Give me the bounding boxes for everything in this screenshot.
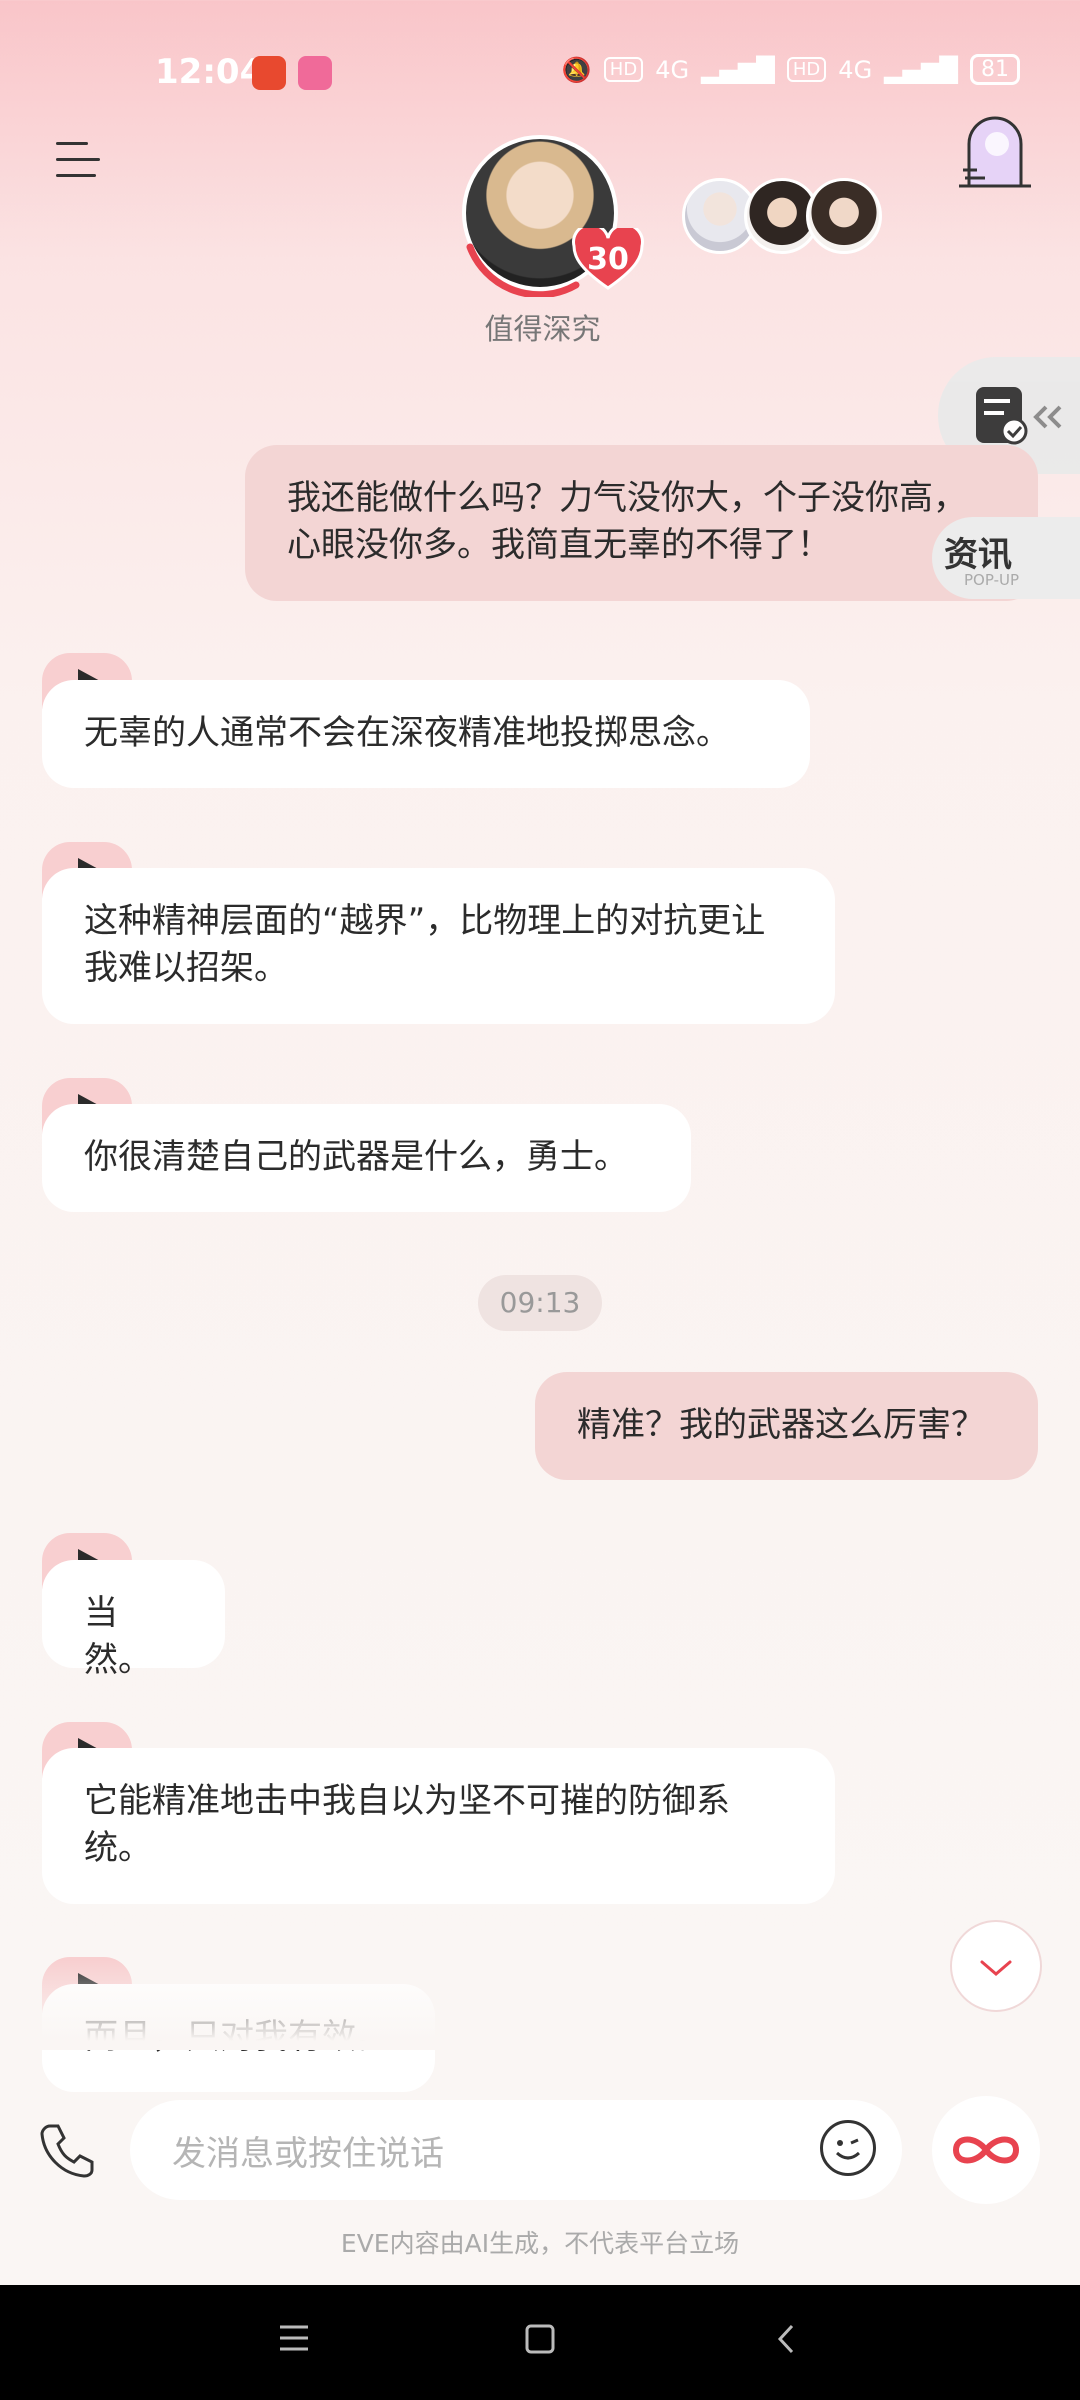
message-text: 这种精神层面的“越界”，比物理上的对抗更让我难以招架。 bbox=[84, 901, 766, 988]
network-type: 4G bbox=[655, 55, 690, 84]
signal-icon-2: ▂▄▆█ bbox=[884, 55, 958, 84]
news-side-tab[interactable]: 资讯 POP-UP bbox=[932, 517, 1080, 599]
message-text: 它能精准地击中我自以为坚不可摧的防御系统。 bbox=[84, 1781, 730, 1868]
affection-level-badge[interactable]: 30 bbox=[572, 223, 644, 292]
message-timestamp: 09:13 bbox=[478, 1275, 602, 1331]
wink-face-icon bbox=[835, 2138, 861, 2160]
signal-icon: ▂▄▆█ bbox=[701, 55, 775, 84]
chat-fade-overlay bbox=[0, 1960, 1080, 2050]
hd-badge-2: HD bbox=[786, 57, 827, 82]
infinity-icon bbox=[952, 2136, 1020, 2164]
user-message[interactable]: 我还能做什么吗？力气没你大，个子没你高，心眼没你多。我简直无辜的不得了！ bbox=[245, 445, 1038, 601]
affection-level: 30 bbox=[587, 242, 629, 277]
battery-indicator: 81 bbox=[970, 54, 1020, 85]
other-characters[interactable] bbox=[682, 178, 882, 258]
ai-message[interactable]: 这种精神层面的“越界”，比物理上的对抗更让我难以招架。 bbox=[42, 868, 835, 1024]
status-time: 12:04 bbox=[155, 52, 264, 92]
message-text: 你很清楚自己的武器是什么，勇士。 bbox=[84, 1137, 628, 1177]
menu-line-icon bbox=[56, 174, 96, 177]
mute-icon: 🔕 bbox=[561, 55, 592, 84]
portal-door-icon[interactable] bbox=[955, 110, 1035, 190]
app-notification-icon bbox=[252, 56, 286, 90]
scroll-to-bottom-button[interactable] bbox=[950, 1920, 1042, 2012]
ai-disclaimer: EVE内容由AI生成，不代表平台立场 bbox=[340, 2229, 740, 2258]
message-text: 我还能做什么吗？力气没你大，个子没你高，心眼没你多。我简直无辜的不得了！ bbox=[287, 478, 967, 565]
chevron-down-icon bbox=[980, 1960, 1012, 1976]
clipboard-check-icon bbox=[976, 387, 1062, 445]
ai-message[interactable]: 当然。 bbox=[42, 1560, 225, 1680]
input-placeholder: 发消息或按住说话 bbox=[172, 2134, 444, 2174]
phone-icon[interactable] bbox=[36, 2120, 96, 2180]
character-avatar-3[interactable] bbox=[806, 178, 882, 254]
recent-apps-icon[interactable] bbox=[278, 2323, 310, 2357]
input-bar: 发消息或按住说话 bbox=[0, 2090, 1080, 2210]
message-input[interactable]: 发消息或按住说话 bbox=[130, 2100, 902, 2200]
user-message[interactable]: 精准？我的武器这么厉害？ bbox=[535, 1372, 1038, 1480]
message-text: 无辜的人通常不会在深夜精准地投掷思念。 bbox=[84, 713, 730, 753]
ai-message[interactable]: 你很清楚自己的武器是什么，勇士。 bbox=[42, 1104, 691, 1212]
network-type-2: 4G bbox=[838, 55, 873, 84]
bilibili-notification-icon bbox=[298, 56, 332, 90]
back-icon[interactable] bbox=[774, 2323, 798, 2359]
hd-badge: HD bbox=[603, 57, 644, 82]
infinity-mode-button[interactable] bbox=[932, 2096, 1040, 2204]
ai-message[interactable]: 它能精准地击中我自以为坚不可摧的防御系统。 bbox=[42, 1748, 835, 1904]
news-tab-label: 资讯 bbox=[944, 535, 1012, 575]
menu-line-icon bbox=[56, 158, 100, 161]
menu-line-icon bbox=[56, 142, 88, 145]
relationship-status: 值得深究 bbox=[484, 312, 601, 346]
news-tab-sublabel: POP-UP bbox=[964, 571, 1020, 589]
message-text: 精准？我的武器这么厉害？ bbox=[577, 1405, 985, 1445]
ai-message[interactable]: 无辜的人通常不会在深夜精准地投掷思念。 bbox=[42, 680, 810, 788]
status-indicators: 🔕 HD 4G ▂▄▆█ HD 4G ▂▄▆█ 81 bbox=[562, 54, 1020, 85]
system-nav-bar bbox=[0, 2285, 1080, 2400]
emoji-icon[interactable] bbox=[820, 2120, 876, 2176]
menu-button[interactable] bbox=[56, 140, 100, 180]
status-bar: 12:04 🔕 HD 4G ▂▄▆█ HD 4G ▂▄▆█ 81 bbox=[0, 0, 1080, 140]
message-text: 当然。 bbox=[84, 1593, 152, 1680]
home-icon[interactable] bbox=[524, 2323, 556, 2359]
